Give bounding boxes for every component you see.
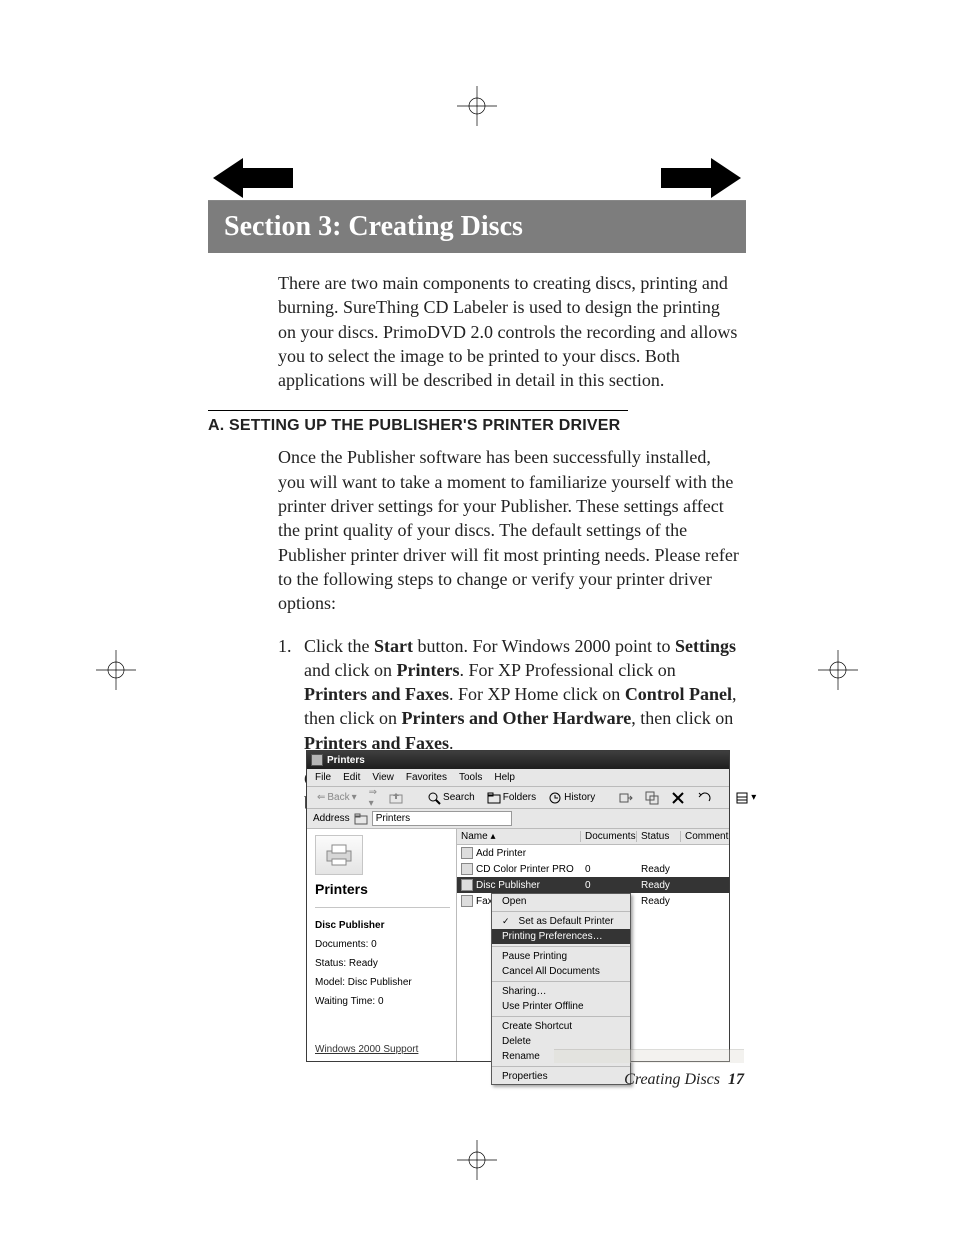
move-to-icon [619, 791, 633, 805]
toolbar: ⇐ Back ▾ ⇒ ▾ Search Folders History ▾ [307, 787, 729, 809]
info-pane-heading: Printers [315, 881, 450, 897]
col-name[interactable]: Name ▴ [457, 831, 581, 842]
list-item-cd-color-printer[interactable]: CD Color Printer PRO 0Ready [457, 861, 729, 877]
section-title: Section 3: Creating Discs [208, 200, 746, 253]
col-status[interactable]: Status [637, 831, 681, 842]
list-item-disc-publisher[interactable]: Disc Publisher 0Ready [457, 877, 729, 893]
undo-icon [697, 791, 711, 805]
subsection-a-heading: A. SETTING UP THE PUBLISHER'S PRINTER DR… [208, 417, 746, 435]
support-link[interactable]: Windows 2000 Support [315, 1044, 450, 1055]
up-button[interactable] [385, 791, 407, 805]
ctx-create-shortcut[interactable]: Create Shortcut [492, 1019, 630, 1034]
delete-button[interactable] [667, 791, 689, 805]
crop-mark-left [96, 650, 136, 690]
arrow-left-icon [213, 155, 293, 201]
printer-icon [461, 863, 473, 875]
delete-icon [671, 791, 685, 805]
address-bar: Address [307, 809, 729, 829]
forward-button[interactable]: ⇒ ▾ [365, 787, 381, 809]
ctx-use-offline[interactable]: Use Printer Offline [492, 999, 630, 1014]
folder-up-icon [389, 791, 403, 805]
page-number: 17 [728, 1071, 744, 1088]
page-footer: Creating Discs 17 [624, 1071, 744, 1089]
menu-file[interactable]: File [315, 772, 331, 783]
prev-page-button[interactable] [208, 150, 298, 206]
heading-rule [208, 410, 628, 411]
window-titlebar[interactable]: Printers [307, 751, 729, 769]
copy-to-icon [645, 791, 659, 805]
col-comment[interactable]: Comment [681, 831, 729, 842]
footer-rule [554, 1049, 744, 1063]
ctx-open[interactable]: Open [492, 894, 630, 909]
next-page-button[interactable] [656, 150, 746, 206]
printers-window: Printers File Edit View Favorites Tools … [306, 750, 730, 1062]
step-number: 1. [278, 634, 304, 828]
folders-icon [487, 791, 501, 805]
wait-label: Waiting Time: 0 [315, 996, 450, 1007]
printers-folder-icon [354, 812, 368, 826]
intro-paragraph: There are two main components to creatin… [278, 271, 742, 392]
search-button[interactable]: Search [423, 791, 479, 805]
menu-help[interactable]: Help [494, 772, 515, 783]
arrow-right-icon [661, 155, 741, 201]
window-title: Printers [327, 755, 365, 766]
fax-icon [461, 895, 473, 907]
docs-label: Documents: 0 [315, 939, 450, 950]
menu-tools[interactable]: Tools [459, 772, 482, 783]
ctx-sharing[interactable]: Sharing… [492, 984, 630, 999]
list-item-add-printer[interactable]: Add Printer [457, 845, 729, 861]
address-label: Address [313, 813, 350, 824]
views-button[interactable]: ▾ [731, 791, 760, 805]
printer-large-icon [315, 835, 363, 875]
ctx-delete[interactable]: Delete [492, 1034, 630, 1049]
views-icon [735, 791, 749, 805]
move-to-button[interactable] [615, 791, 637, 805]
crop-mark-right [818, 650, 858, 690]
printer-icon [324, 843, 354, 867]
menu-edit[interactable]: Edit [343, 772, 360, 783]
folders-button[interactable]: Folders [483, 791, 540, 805]
history-icon [548, 791, 562, 805]
subsection-a-paragraph: Once the Publisher software has been suc… [278, 445, 742, 615]
footer-label: Creating Discs [624, 1071, 720, 1088]
ctx-properties[interactable]: Properties [492, 1069, 630, 1084]
copy-to-button[interactable] [641, 791, 663, 805]
back-button[interactable]: ⇐ Back ▾ [313, 792, 361, 803]
history-button[interactable]: History [544, 791, 599, 805]
list-header[interactable]: Name ▴ Documents Status Comment [457, 829, 729, 845]
undo-button[interactable] [693, 791, 715, 805]
window-icon [311, 754, 323, 766]
status-label: Status: Ready [315, 958, 450, 969]
address-input[interactable] [372, 811, 512, 826]
crop-mark-bottom [457, 1140, 497, 1180]
col-documents[interactable]: Documents [581, 831, 637, 842]
step-1-text: Click the Start button. For Windows 2000… [304, 634, 742, 755]
add-printer-icon [461, 847, 473, 859]
printer-icon [461, 879, 473, 891]
info-pane: Printers Disc Publisher Documents: 0 Sta… [307, 829, 457, 1061]
crop-mark-top [457, 86, 497, 126]
ctx-set-default[interactable]: Set as Default Printer [492, 914, 630, 929]
selected-printer-name: Disc Publisher [315, 920, 450, 931]
ctx-printing-preferences[interactable]: Printing Preferences… [492, 929, 630, 944]
menubar: File Edit View Favorites Tools Help [307, 769, 729, 787]
menu-view[interactable]: View [372, 772, 394, 783]
ctx-pause-printing[interactable]: Pause Printing [492, 949, 630, 964]
model-label: Model: Disc Publisher [315, 977, 450, 988]
menu-favorites[interactable]: Favorites [406, 772, 447, 783]
ctx-cancel-all[interactable]: Cancel All Documents [492, 964, 630, 979]
search-icon [427, 791, 441, 805]
